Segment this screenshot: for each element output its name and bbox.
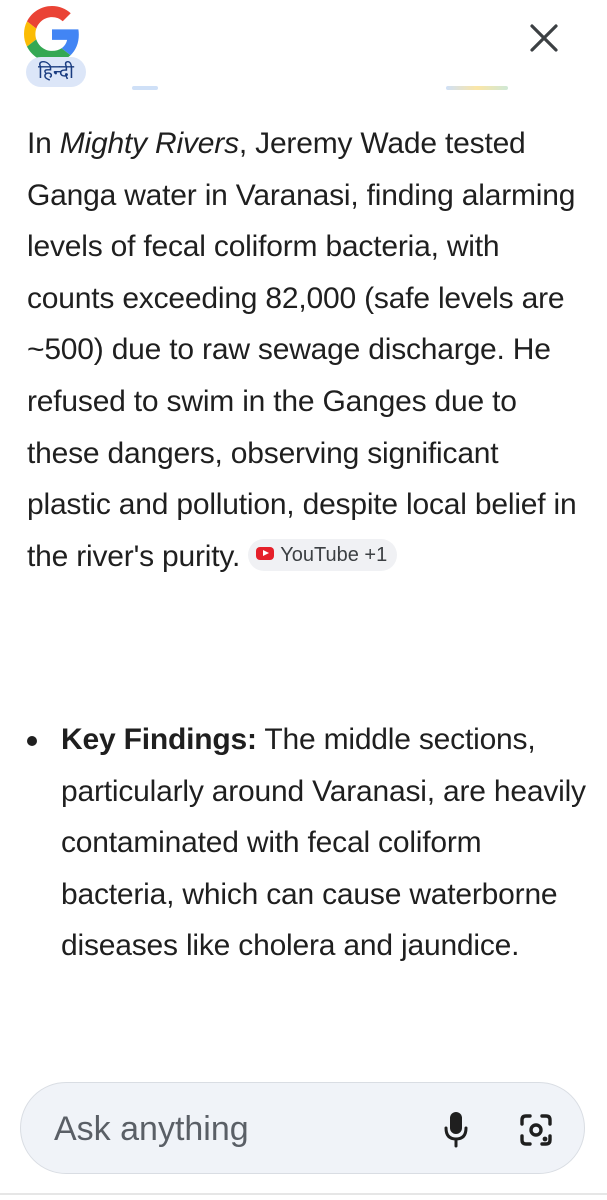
key-findings-item: Key Findings: The middle sections, parti…	[27, 714, 587, 972]
bullet-point	[27, 736, 37, 746]
answer-prefix: In	[27, 127, 60, 160]
source-chip[interactable]: YouTube +1	[248, 538, 398, 571]
language-chip[interactable]: हिन्दी	[26, 57, 86, 87]
faded-divider	[446, 86, 508, 90]
source-label: YouTube +1	[280, 543, 388, 566]
google-lens-icon[interactable]	[518, 1112, 554, 1148]
ask-bar[interactable]: Ask anything	[20, 1082, 585, 1174]
google-logo-icon[interactable]	[24, 6, 80, 62]
microphone-icon[interactable]	[441, 1109, 471, 1149]
answer-paragraph: In Mighty Rivers, Jeremy Wade tested Gan…	[27, 118, 587, 582]
answer-body: , Jeremy Wade tested Ganga water in Vara…	[27, 127, 577, 573]
faded-divider	[132, 86, 158, 90]
youtube-icon	[256, 547, 275, 561]
key-findings-label: Key Findings:	[61, 723, 257, 756]
close-icon[interactable]	[524, 18, 564, 58]
header: हिन्दी	[0, 0, 607, 100]
bottom-divider	[0, 1193, 607, 1195]
ask-input-placeholder[interactable]: Ask anything	[54, 1083, 249, 1175]
show-title: Mighty Rivers	[59, 127, 239, 160]
key-findings-text: The middle sections, particularly around…	[61, 723, 586, 963]
